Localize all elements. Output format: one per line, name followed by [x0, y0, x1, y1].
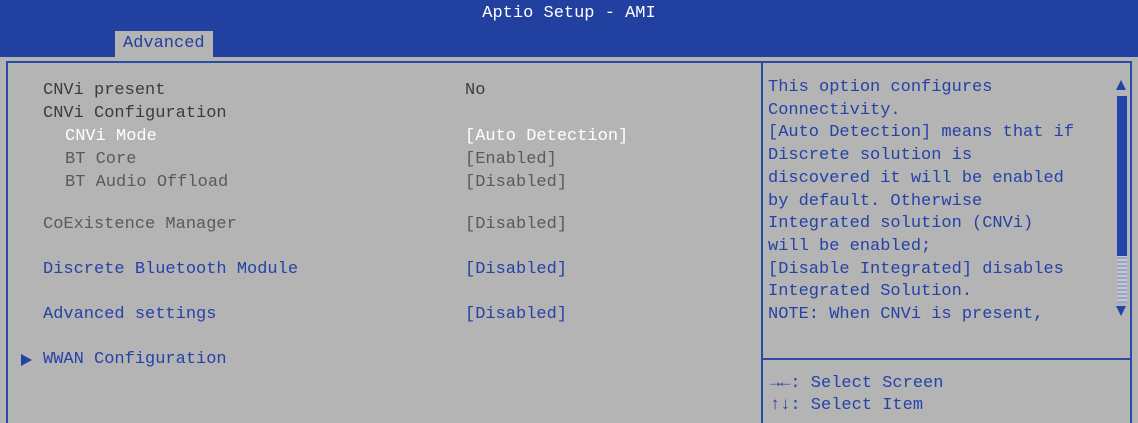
submenu-arrow-icon [21, 354, 32, 366]
setting-value[interactable]: [Disabled] [465, 303, 567, 326]
header-bar: Aptio Setup - AMI Advanced [0, 0, 1138, 57]
setting-value[interactable]: [Enabled] [465, 148, 557, 171]
setting-value[interactable]: [Auto Detection] [465, 125, 628, 148]
bios-setup-screen: Aptio Setup - AMI Advanced CNVi present … [0, 0, 1138, 423]
help-line: [Disable Integrated] disables [768, 259, 1064, 279]
help-text-panel: This option configures Connectivity. [Au… [768, 77, 1113, 327]
key-help-panel: →←: Select Screen ↑↓: Select Item [770, 373, 1120, 417]
setting-row-bt-core[interactable]: BT Core [Enabled] [0, 148, 760, 171]
setting-label: Discrete Bluetooth Module [43, 260, 299, 279]
setting-value[interactable]: [Disabled] [465, 171, 567, 194]
setting-row-advanced-settings[interactable]: Advanced settings [Disabled] [0, 303, 760, 326]
setting-value: No [465, 81, 486, 100]
setting-row-coexistence-manager[interactable]: CoExistence Manager [Disabled] [0, 213, 760, 236]
setting-row-discrete-bluetooth-module[interactable]: Discrete Bluetooth Module [Disabled] [0, 258, 760, 281]
setting-label: BT Audio Offload [65, 173, 229, 192]
tab-advanced[interactable]: Advanced [115, 31, 213, 57]
setting-label: BT Core [65, 150, 137, 169]
help-line: by default. Otherwise [768, 191, 983, 211]
section-heading: CNVi Configuration [43, 104, 227, 123]
setting-label: CoExistence Manager [43, 215, 237, 234]
setting-label: Advanced settings [43, 305, 217, 324]
scrollbar-thumb[interactable] [1117, 96, 1127, 256]
submenu-label: WWAN Configuration [43, 350, 227, 369]
help-line: This option configures [768, 78, 993, 97]
frame-right-border [1130, 61, 1132, 423]
help-line: Integrated solution (CNVi) [768, 214, 1034, 234]
submenu-wwan-configuration[interactable]: WWAN Configuration [0, 348, 760, 371]
setting-label: CNVi Mode [65, 127, 157, 146]
setting-value[interactable]: [Disabled] [465, 213, 567, 236]
window-title: Aptio Setup - AMI [482, 4, 656, 23]
help-line: discovered it will be enabled [768, 168, 1064, 188]
setting-row-bt-audio-offload[interactable]: BT Audio Offload [Disabled] [0, 171, 760, 194]
key-help-line: →←: Select Screen [770, 374, 944, 393]
help-divider [763, 358, 1130, 360]
panel-divider [761, 63, 763, 423]
help-line: will be enabled; [768, 236, 932, 256]
help-line: Integrated Solution. [768, 282, 973, 302]
help-line: Discrete solution is [768, 146, 973, 166]
setting-row-cnvi-mode[interactable]: CNVi Mode [Auto Detection] [0, 125, 760, 148]
frame-top-border [6, 61, 1132, 63]
help-line: NOTE: When CNVi is present, [768, 305, 1044, 325]
setting-row-cnvi-present: CNVi present No [0, 79, 760, 102]
help-line: [Auto Detection] means that if [768, 123, 1075, 143]
setting-label: CNVi present [43, 81, 166, 100]
scroll-up-icon[interactable] [1116, 80, 1126, 90]
help-line: Connectivity. [768, 100, 901, 120]
key-help-line: ↑↓: Select Item [770, 396, 924, 415]
setting-value[interactable]: [Disabled] [465, 258, 567, 281]
scroll-down-icon[interactable] [1116, 306, 1126, 316]
setting-row-cnvi-configuration: CNVi Configuration [0, 102, 760, 125]
